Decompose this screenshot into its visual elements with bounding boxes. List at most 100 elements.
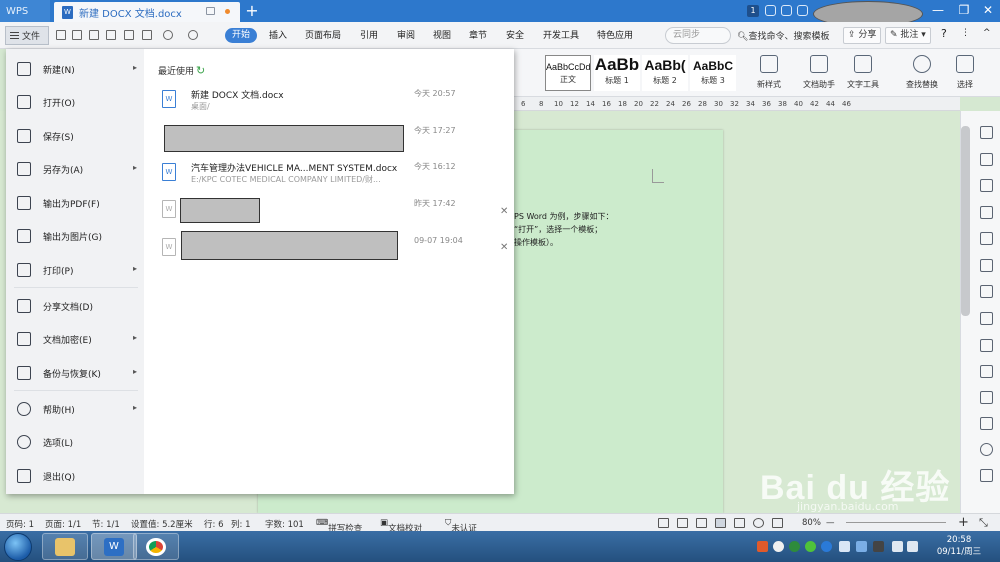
new-tab-button[interactable]: + [244, 2, 260, 20]
tray-clock-icon[interactable] [773, 541, 784, 552]
fullscreen-icon[interactable] [658, 518, 669, 528]
outline-view-icon[interactable] [734, 518, 745, 528]
style-heading-1[interactable]: AaBb 标题 1 [594, 55, 640, 91]
cloud-sync-button[interactable]: 云同步 [665, 27, 731, 44]
book-view-icon[interactable] [677, 518, 688, 528]
tab-special-apps[interactable]: 特色应用 [597, 28, 633, 41]
find-replace-button[interactable]: 查找替换 [899, 53, 945, 93]
undo-icon[interactable] [163, 30, 173, 40]
menu-item-encrypt[interactable]: 文档加密(E) ▸ [6, 324, 144, 354]
menu-item-save-as[interactable]: 另存为(A) ▸ [6, 154, 144, 184]
list-icon[interactable] [980, 339, 993, 352]
monitor-icon[interactable] [206, 7, 215, 15]
volume-icon[interactable] [907, 541, 918, 552]
style-heading-3[interactable]: AaBbC 标题 3 [690, 55, 736, 91]
taskbar-chrome[interactable] [133, 533, 179, 560]
recent-file-item[interactable]: W 新建 DOCX 文档.docx 桌面/ 今天 20:57 [162, 88, 512, 122]
image-icon[interactable] [980, 391, 993, 404]
recent-file-item[interactable]: W 昨天 17:42 ✕ [162, 198, 512, 232]
menu-item-help[interactable]: 帮助(H) ▸ [6, 394, 144, 424]
minimize-button[interactable]: — [926, 0, 950, 20]
wps-home-tab[interactable]: WPS [0, 0, 50, 22]
menu-item-exit[interactable]: 退出(Q) [6, 461, 144, 491]
collapse-ribbon-icon[interactable]: ^ [983, 28, 991, 38]
window-count-badge[interactable]: 1 [747, 5, 759, 17]
menu-item-new[interactable]: 新建(N) ▸ [6, 54, 144, 84]
menu-item-export-pdf[interactable]: 输出为PDF(F) [6, 188, 144, 218]
doc-text-line[interactable]: PS Word 为例，步骤如下： [514, 211, 614, 222]
wechat-icon[interactable] [805, 541, 816, 552]
shield-icon[interactable] [839, 541, 850, 552]
zoom-out-button[interactable]: — [826, 518, 835, 528]
tab-security[interactable]: 安全 [506, 28, 524, 41]
recent-file-item[interactable]: 今天 17:27 [162, 125, 512, 159]
text-tools-button[interactable]: 文字工具 [840, 53, 886, 93]
print-icon[interactable] [124, 30, 134, 40]
doc-text-line[interactable]: 操作模板）。 [514, 237, 558, 248]
print-preview-icon[interactable] [106, 30, 116, 40]
checkbox-icon[interactable] [980, 469, 993, 482]
close-window-button[interactable]: ✕ [976, 0, 1000, 20]
tab-view[interactable]: 视图 [433, 28, 451, 41]
open-folder-icon[interactable] [72, 30, 82, 40]
doc-proof-button[interactable]: ▣ 文档校对 [380, 518, 422, 534]
tray-app-icon[interactable] [757, 541, 768, 552]
menu-item-backup[interactable]: 备份与恢复(K) ▸ [6, 358, 144, 388]
new-style-button[interactable]: 新样式 [746, 53, 792, 93]
eye-protection-icon[interactable] [772, 518, 783, 528]
tab-developer[interactable]: 开发工具 [543, 28, 579, 41]
pen-icon[interactable] [980, 126, 993, 139]
tab-start[interactable]: 开始 [225, 28, 257, 43]
doc-text-line[interactable]: “打开”，选择一个模板； [514, 224, 602, 235]
style-icon[interactable] [980, 206, 993, 219]
edit-view-icon[interactable] [696, 518, 707, 528]
tray-network-icon[interactable] [821, 541, 832, 552]
refresh-icon[interactable]: ↻ [196, 64, 205, 77]
web-view-icon[interactable] [753, 518, 764, 528]
restore-button[interactable]: ❐ [952, 0, 976, 20]
save-icon[interactable] [89, 30, 99, 40]
skin-icon[interactable] [765, 5, 776, 16]
file-menu-button[interactable]: 文件 [5, 26, 49, 45]
close-icon[interactable]: ✕ [500, 206, 508, 217]
tray-box-icon[interactable] [856, 541, 867, 552]
menu-item-export-image[interactable]: 输出为图片(G) [6, 221, 144, 251]
tab-insert[interactable]: 插入 [269, 28, 287, 41]
table-icon[interactable] [980, 232, 993, 245]
tab-review[interactable]: 审阅 [397, 28, 415, 41]
horizontal-ruler[interactable]: 6 8 10 12 14 16 18 20 22 24 26 28 30 32 … [514, 97, 960, 111]
shirt-icon[interactable] [781, 5, 792, 16]
recent-file-item[interactable]: W 09-07 19:04 ✕ [162, 231, 512, 270]
more-options-icon[interactable]: ⋮ [961, 28, 970, 38]
page-view-icon[interactable] [715, 518, 726, 528]
start-button[interactable] [4, 533, 32, 561]
redo-icon[interactable] [188, 30, 198, 40]
share-button[interactable]: ⇪ 分享 [843, 27, 882, 44]
new-doc-icon[interactable] [56, 30, 66, 40]
settings-icon[interactable] [797, 5, 808, 16]
status-word-count[interactable]: 字数: 101 [265, 518, 304, 530]
style-normal[interactable]: AaBbCcDd 正文 [545, 55, 591, 91]
close-icon[interactable]: ✕ [500, 242, 508, 253]
tray-security-icon[interactable] [789, 541, 800, 552]
select-button[interactable]: 选择 [942, 53, 988, 93]
zoom-level[interactable]: 80% [802, 518, 821, 528]
tab-chapter[interactable]: 章节 [469, 28, 487, 41]
taskbar-explorer[interactable] [42, 533, 88, 560]
style-heading-2[interactable]: AaBb( 标题 2 [642, 55, 688, 91]
cursor-icon[interactable] [980, 153, 993, 166]
command-search[interactable]: 🔍︎查找命令、搜索模板 [737, 29, 829, 42]
document-tab[interactable]: W 新建 DOCX 文档.docx [54, 2, 240, 22]
zoom-in-button[interactable]: + [958, 515, 969, 530]
menu-item-open[interactable]: 打开(O) [6, 87, 144, 117]
shapes-icon[interactable] [980, 179, 993, 192]
help-icon[interactable]: ? [941, 27, 947, 40]
annotate-button[interactable]: ✎ 批注 ▾ [885, 27, 931, 44]
backup-icon[interactable] [980, 417, 993, 430]
menu-item-print[interactable]: 打印(P) ▸ [6, 255, 144, 285]
page-icon[interactable] [980, 365, 993, 378]
taskbar-wps[interactable]: W [91, 533, 137, 560]
recent-file-item[interactable]: W 汽车管理办法VEHICLE MA...MENT SYSTEM.docx E:… [162, 161, 512, 195]
menu-item-save[interactable]: 保存(S) [6, 121, 144, 151]
layout-icon[interactable] [980, 259, 993, 272]
